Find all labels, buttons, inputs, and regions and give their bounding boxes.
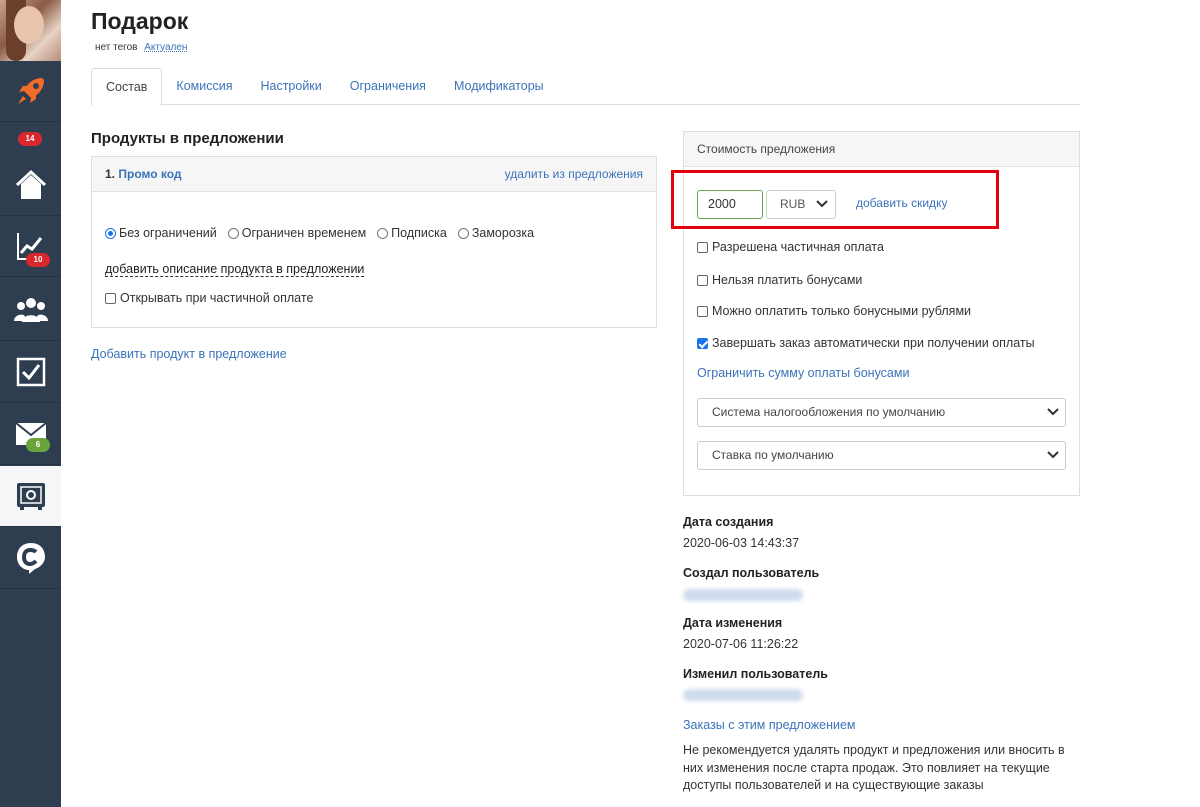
sidebar-item-sales[interactable] <box>0 466 61 527</box>
limit-bonus-link[interactable]: Ограничить сумму оплаты бонусами <box>697 366 909 380</box>
created-date-label: Дата создания <box>683 515 774 529</box>
created-by-value-blurred <box>683 589 803 601</box>
chat-logo-icon <box>16 543 45 574</box>
checkbox-icon <box>16 357 45 387</box>
rocket-icon <box>17 78 44 104</box>
product-name-link[interactable]: Промо код <box>118 167 181 181</box>
open-on-partial-label: Открывать при частичной оплате <box>120 291 314 305</box>
add-product-link[interactable]: Добавить продукт в предложение <box>91 347 287 361</box>
sidebar-item-tasks[interactable] <box>0 342 61 403</box>
products-section-title: Продукты в предложении <box>91 130 284 147</box>
radio-freeze-label: Заморозка <box>471 226 535 240</box>
sidebar-item-users[interactable] <box>0 280 61 341</box>
tab-modifiers[interactable]: Модификаторы <box>440 68 558 105</box>
product-card: 1. Промо код удалить из предложения Без … <box>91 156 657 328</box>
modified-by-label: Изменил пользователь <box>683 667 828 681</box>
analytics-badge: 10 <box>26 253 50 267</box>
avatar[interactable] <box>0 0 61 61</box>
tax-rate-select[interactable]: Ставка по умолчанию <box>697 441 1066 470</box>
tags-text: нет тегов <box>95 42 138 53</box>
chevron-down-icon <box>1047 451 1059 459</box>
sidebar-item-mail[interactable] <box>0 404 61 465</box>
modified-date-value: 2020-07-06 11:26:22 <box>683 637 799 651</box>
auto-complete-label: Завершать заказ автоматически при получе… <box>712 336 1035 350</box>
no-bonus-option: Нельзя платить бонусами <box>697 273 862 287</box>
orders-with-offer-link[interactable]: Заказы с этим предложением <box>683 718 856 732</box>
sidebar-item-rocket[interactable] <box>0 61 61 122</box>
price-panel-title: Стоимость предложения <box>684 132 1079 167</box>
partial-payment-checkbox[interactable] <box>697 241 708 253</box>
price-highlight-frame <box>671 170 999 229</box>
home-icon <box>15 169 46 199</box>
radio-time-limited[interactable] <box>227 227 239 239</box>
avatar-face <box>14 6 44 44</box>
edit-warning-text: Не рекомендуется удалять продукт и предл… <box>683 743 1065 792</box>
access-type-radio-group: Без ограничений Ограничен временем Подпи… <box>105 226 545 240</box>
partial-payment-label: Разрешена частичная оплата <box>712 240 884 254</box>
open-on-partial-checkbox[interactable] <box>105 292 116 304</box>
product-number: 1. <box>105 167 116 181</box>
auto-complete-checkbox[interactable] <box>697 337 708 349</box>
radio-subscription[interactable] <box>377 227 389 239</box>
open-on-partial-option: Открывать при частичной оплате <box>105 291 313 305</box>
sidebar-item-home[interactable] <box>0 155 61 216</box>
rocket-badge: 14 <box>18 132 42 146</box>
bonus-only-checkbox[interactable] <box>697 305 708 317</box>
chevron-down-icon <box>1047 408 1059 416</box>
offer-meta: нет тегов Актуален <box>95 42 187 53</box>
mail-badge: 6 <box>26 438 50 452</box>
tax-system-select[interactable]: Система налогообложения по умолчанию <box>697 398 1066 427</box>
tab-restrictions[interactable]: Ограничения <box>336 68 440 105</box>
bonus-only-option: Можно оплатить только бонусными рублями <box>697 304 971 318</box>
tab-commission[interactable]: Комиссия <box>162 68 246 105</box>
radio-time-limited-label: Ограничен временем <box>241 226 367 240</box>
tab-bar: Состав Комиссия Настройки Ограничения Мо… <box>91 68 1080 106</box>
created-by-label: Создал пользователь <box>683 566 820 580</box>
sidebar-item-chat[interactable] <box>0 528 61 589</box>
sidebar-item-analytics[interactable] <box>0 216 61 277</box>
add-description-link[interactable]: добавить описание продукта в предложении <box>105 262 365 277</box>
sidebar: 14 10 6 <box>0 0 61 807</box>
modified-by-value-blurred <box>683 689 803 701</box>
safe-icon <box>16 483 45 510</box>
status-link[interactable]: Актуален <box>144 42 187 53</box>
product-card-header: 1. Промо код удалить из предложения <box>92 157 656 192</box>
tax-system-value: Система налогообложения по умолчанию <box>712 405 946 419</box>
modified-date-label: Дата изменения <box>683 616 783 630</box>
auto-complete-option: Завершать заказ автоматически при получе… <box>697 336 1035 350</box>
bonus-only-label: Можно оплатить только бонусными рублями <box>712 304 972 318</box>
remove-product-link[interactable]: удалить из предложения <box>505 167 643 181</box>
page-title: Подарок <box>91 8 189 34</box>
created-date-value: 2020-06-03 14:43:37 <box>683 536 800 550</box>
tab-composition[interactable]: Состав <box>91 68 163 106</box>
no-bonus-label: Нельзя платить бонусами <box>712 273 863 287</box>
tab-settings[interactable]: Настройки <box>246 68 335 105</box>
radio-freeze[interactable] <box>457 227 469 239</box>
partial-payment-option: Разрешена частичная оплата <box>697 240 884 254</box>
users-icon <box>13 298 48 322</box>
tax-rate-value: Ставка по умолчанию <box>712 448 834 462</box>
no-bonus-checkbox[interactable] <box>697 274 708 286</box>
radio-unlimited[interactable] <box>105 227 116 239</box>
radio-subscription-label: Подписка <box>391 226 447 240</box>
radio-unlimited-label: Без ограничений <box>119 226 217 240</box>
